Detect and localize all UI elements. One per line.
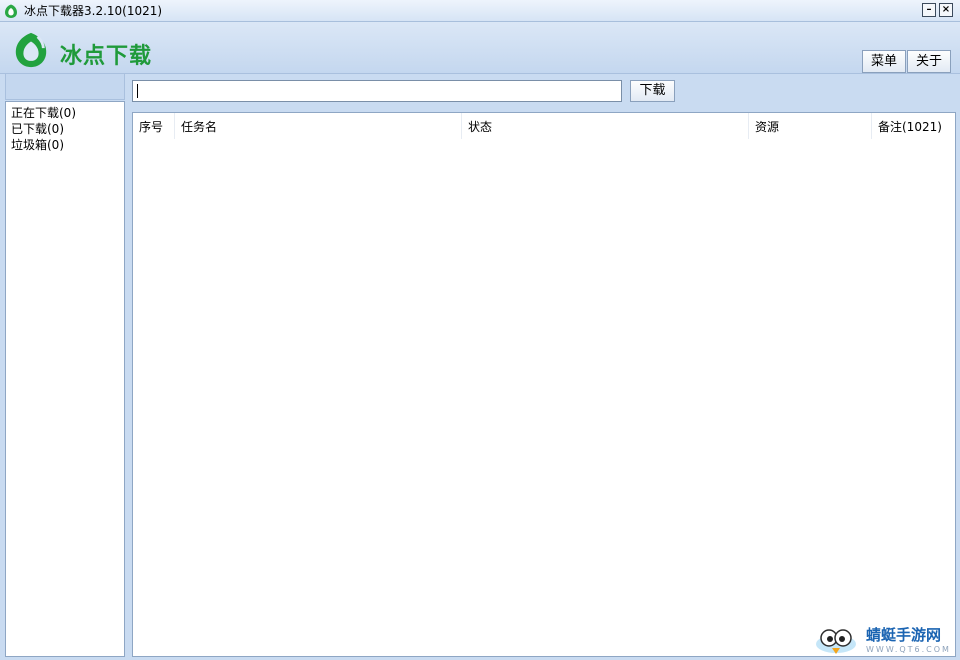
app-header: 冰点下载 菜单 关于 (0, 22, 960, 74)
sidebar-item-trash[interactable]: 垃圾箱(0) (11, 137, 119, 153)
task-table: 序号 任务名 状态 资源 备注(1021) (132, 112, 956, 657)
app-logo-icon (5, 4, 17, 18)
watermark: 蜻蜓手游网 WWW.QT6.COM (812, 624, 952, 658)
brand-logo-icon (15, 32, 47, 68)
close-button[interactable]: × (939, 3, 953, 17)
sidebar-header (5, 74, 125, 100)
download-button[interactable]: 下载 (630, 80, 675, 102)
text-caret (137, 84, 138, 98)
watermark-text: 蜻蜓手游网 (866, 626, 942, 644)
menu-button[interactable]: 菜单 (862, 50, 906, 73)
window-title: 冰点下载器3.2.10(1021) (24, 4, 163, 18)
column-header-notes[interactable]: 备注(1021) (872, 113, 955, 139)
watermark-url: WWW.QT6.COM (866, 645, 951, 654)
brand-name: 冰点下载 (60, 44, 153, 69)
about-button[interactable]: 关于 (907, 50, 951, 73)
url-input[interactable] (132, 80, 622, 102)
category-sidebar: 正在下载(0) 已下载(0) 垃圾箱(0) (5, 101, 125, 657)
column-header-task-name[interactable]: 任务名 (175, 113, 462, 139)
column-header-resource[interactable]: 资源 (749, 113, 872, 139)
sidebar-item-downloaded[interactable]: 已下载(0) (11, 121, 119, 137)
minimize-button[interactable]: – (922, 3, 936, 17)
column-header-status[interactable]: 状态 (462, 113, 749, 139)
table-header: 序号 任务名 状态 资源 备注(1021) (133, 113, 955, 139)
sidebar-item-downloading[interactable]: 正在下载(0) (11, 105, 119, 121)
dragonfly-mascot-icon (816, 629, 856, 654)
column-header-index[interactable]: 序号 (133, 113, 175, 139)
title-bar: 冰点下载器3.2.10(1021) – × (0, 0, 960, 22)
